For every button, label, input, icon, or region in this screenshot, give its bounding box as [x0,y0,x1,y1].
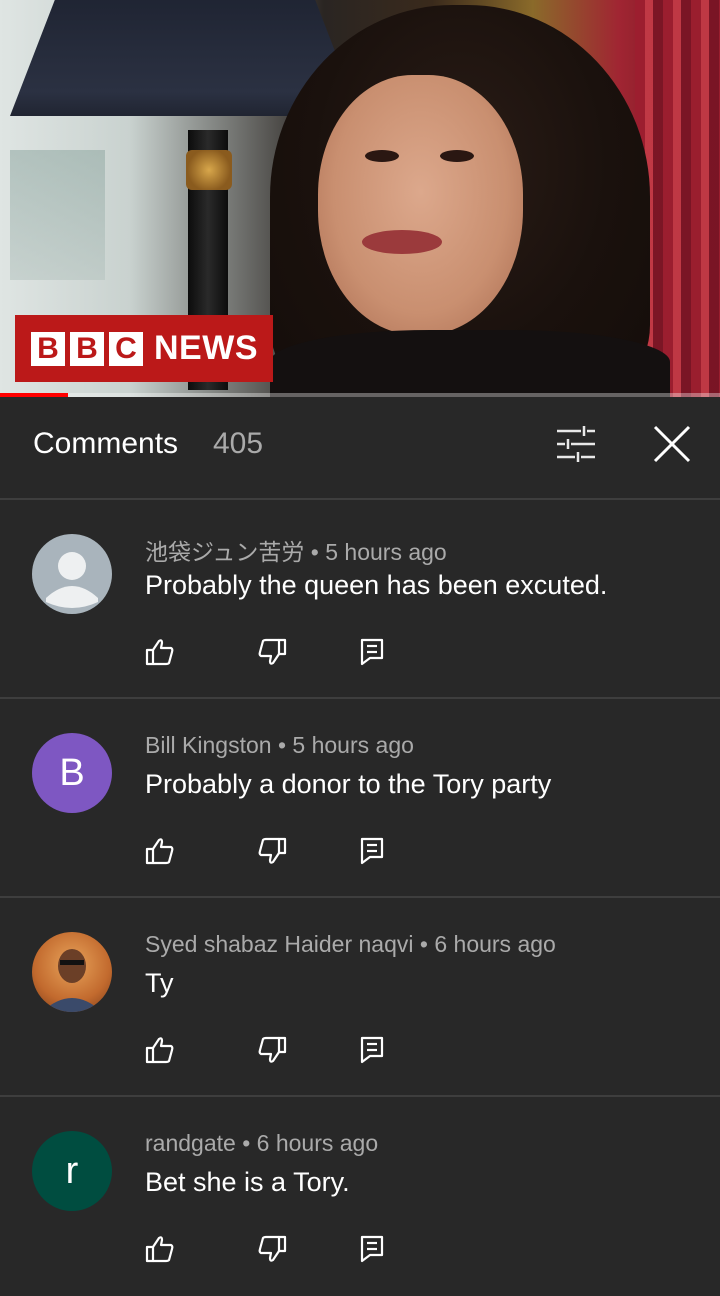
person-face [318,75,523,335]
comment-meta: 池袋ジュン苦労 • 5 hours ago [145,533,447,567]
person-lips [362,230,442,254]
comment-author[interactable]: 池袋ジュン苦労 [145,539,304,565]
comment-author[interactable]: Syed shabaz Haider naqvi [145,931,414,957]
meta-separator: • [310,539,319,565]
avatar-letter: B [59,751,85,794]
thumbs-up-icon[interactable] [145,836,175,866]
bbc-logo-box: B [70,331,104,366]
comment-text: Bet she is a Tory. [145,1167,350,1197]
avatar[interactable]: B [32,733,112,813]
meta-separator: • [242,1130,251,1156]
person-clothing [270,330,670,397]
close-icon[interactable] [652,424,692,464]
sort-filter-icon[interactable] [555,425,597,463]
bbc-logo-box: B [31,331,65,366]
comment-item: 池袋ジュン苦労 • 5 hours ago Probably the queen… [0,500,720,699]
comment-item: Syed shabaz Haider naqvi • 6 hours ago T… [0,898,720,1097]
avatar-letter: r [65,1149,79,1192]
meta-separator: • [277,732,287,758]
comment-text: Probably the queen has been excuted. [145,570,608,600]
bbc-logo-news: NEWS [154,329,258,367]
comment-time: 6 hours ago [434,931,556,957]
lamp-ornament [186,150,232,190]
person-eye-left [365,150,399,162]
person-eye-right [440,150,474,162]
avatar[interactable]: r [32,1131,112,1211]
reply-icon[interactable] [358,1035,388,1065]
comment-time: 5 hours ago [292,732,414,758]
comment-meta: Syed shabaz Haider naqvi • 6 hours ago [145,931,556,958]
thumbs-up-icon[interactable] [145,1234,175,1264]
thumbs-down-icon[interactable] [257,1035,287,1065]
default-user-icon [46,552,98,608]
comment-text: Ty [145,968,174,998]
comment-time: 5 hours ago [325,539,447,565]
comment-time: 6 hours ago [256,1130,379,1156]
comment-item: B Bill Kingston • 5 hours ago Probably a… [0,699,720,898]
comment-meta: Bill Kingston • 5 hours ago [145,732,414,759]
avatar[interactable] [32,534,112,614]
avatar[interactable] [32,932,112,1012]
comment-author[interactable]: randgate [145,1130,236,1156]
comment-meta: randgate • 6 hours ago [145,1130,378,1157]
comments-title: Comments [33,427,179,460]
comment-author[interactable]: Bill Kingston [145,732,272,758]
reply-icon[interactable] [358,1234,388,1264]
meta-separator: • [419,931,428,957]
comments-count: 405 [213,427,264,460]
reply-icon[interactable] [358,637,388,667]
comments-header: Comments 405 [0,397,720,500]
thumbs-down-icon[interactable] [257,836,287,866]
comment-item: r randgate • 6 hours ago Bet she is a To… [0,1097,720,1296]
bbc-logo-box: C [109,331,143,366]
bbc-news-logo: B B C NEWS [15,315,273,382]
video-player[interactable]: B B C NEWS [0,0,720,397]
comment-text: Probably a donor to the Tory party [145,769,552,799]
thumbs-down-icon[interactable] [257,637,287,667]
user-photo [42,949,102,1012]
reply-icon[interactable] [358,836,388,866]
thumbs-up-icon[interactable] [145,1035,175,1065]
thumbs-down-icon[interactable] [257,1234,287,1264]
thumbs-up-icon[interactable] [145,637,175,667]
background-window [10,150,105,280]
